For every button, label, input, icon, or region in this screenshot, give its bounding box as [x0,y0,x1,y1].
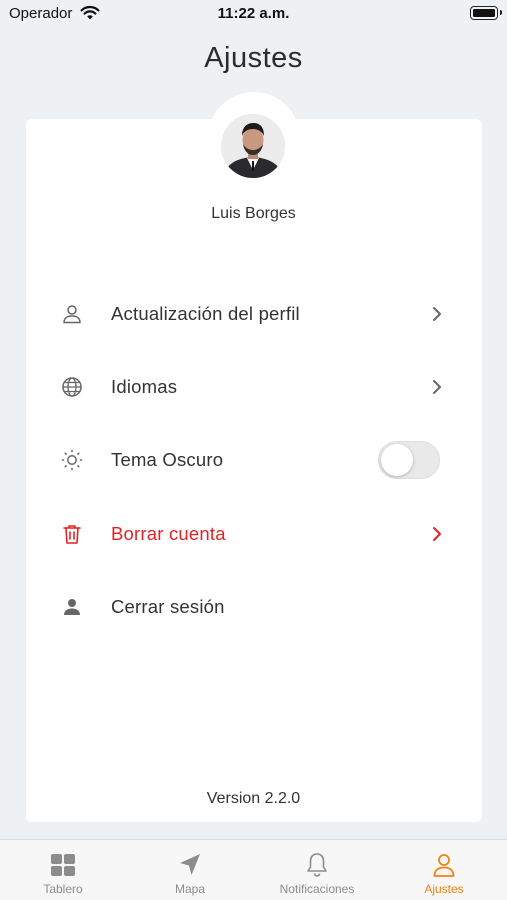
page-title: Ajustes [204,42,303,74]
tab-label: Mapa [174,882,206,896]
menu-item-languages[interactable]: Idiomas [26,359,482,415]
status-bar: Operador 11:22 a.m. [0,0,507,30]
tab-settings[interactable]: Ajustes [381,840,507,900]
user-name: Luis Borges [211,205,296,222]
menu-item-label: Actualización del perfil [111,303,300,324]
tab-label: Notificaciones [279,882,355,896]
tab-map[interactable]: Mapa [127,840,253,900]
chevron-right-icon [433,527,441,541]
menu-item-label: Idiomas [111,376,178,397]
menu-item-label: Borrar cuenta [111,523,226,544]
menu-item-logout[interactable]: Cerrar sesión [26,579,482,635]
menu-item-profile-update[interactable]: Actualización del perfil [26,286,482,342]
chevron-right-icon [433,307,441,321]
menu-item-delete-account[interactable]: Borrar cuenta [26,506,482,562]
sun-icon [61,449,83,471]
user-solid-icon [64,599,80,615]
bell-icon [307,853,327,877]
grid-icon [51,854,75,876]
menu-item-label: Tema Oscuro [111,449,224,470]
tab-bar: Tablero Mapa Notificaciones Ajustes [0,839,507,900]
tab-notifications[interactable]: Notificaciones [254,840,380,900]
tab-label: Ajustes [424,882,464,896]
user-outline-icon [433,854,455,877]
avatar[interactable] [221,114,285,178]
battery-icon [470,6,502,20]
menu-item-dark-theme: Tema Oscuro [26,432,482,488]
dark-theme-toggle[interactable] [378,441,440,479]
trash-icon [63,525,81,544]
app-version: Version 2.2.0 [206,790,301,807]
user-outline-icon [63,305,81,324]
status-time: 11:22 a.m. [217,5,290,22]
tab-dashboard[interactable]: Tablero [0,840,126,900]
globe-icon [62,377,82,397]
avatar-photo [221,114,285,178]
chevron-right-icon [433,380,441,394]
menu-item-label: Cerrar sesión [111,596,225,617]
tab-label: Tablero [43,882,83,896]
navigation-arrow-icon [180,854,200,875]
toggle-knob [381,444,413,476]
